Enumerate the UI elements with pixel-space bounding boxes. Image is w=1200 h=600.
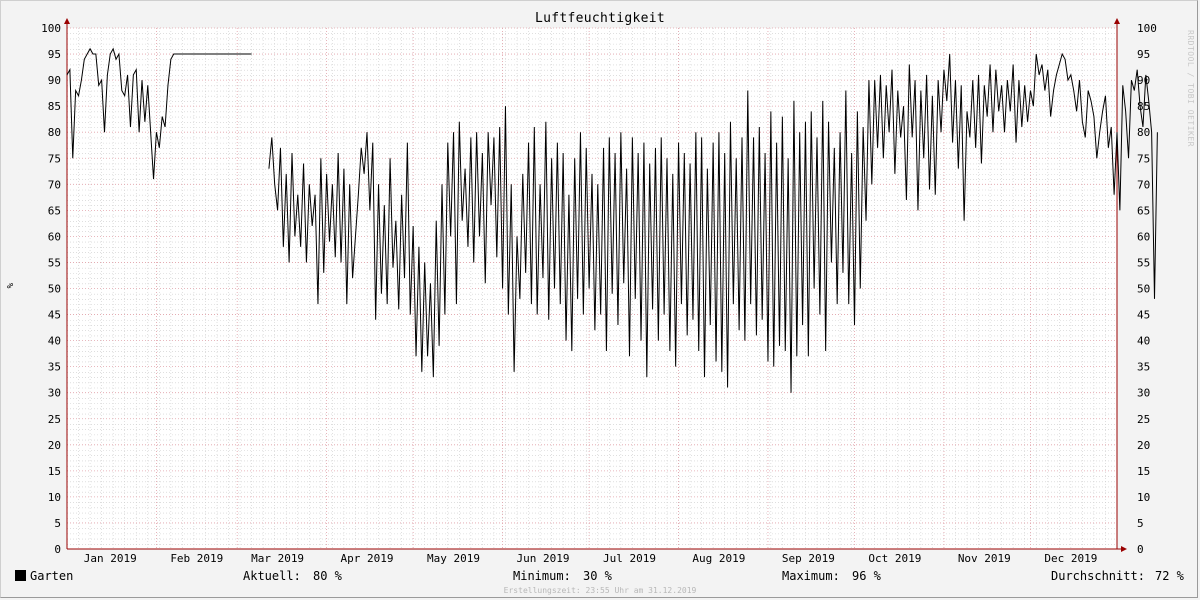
y-tick-label-right: 100 — [1137, 22, 1157, 35]
x-tick-label: Jun 2019 — [516, 552, 569, 565]
y-tick-label-right: 20 — [1137, 439, 1150, 452]
y-tick-label-left: 100 — [41, 22, 61, 35]
y-tick-label-right: 10 — [1137, 491, 1150, 504]
y-tick-label-left: 55 — [48, 256, 61, 269]
legend-series-name: Garten — [30, 569, 74, 583]
y-tick-label-left: 20 — [48, 439, 61, 452]
legend-max-label: Maximum: — [782, 569, 840, 583]
x-tick-label: Apr 2019 — [341, 552, 394, 565]
y-tick-label-right: 70 — [1137, 178, 1150, 191]
x-tick-label: Aug 2019 — [692, 552, 745, 565]
y-tick-label-right: 80 — [1137, 126, 1150, 139]
y-tick-label-left: 70 — [48, 178, 61, 191]
y-tick-label-right: 40 — [1137, 335, 1150, 348]
y-tick-label-right: 30 — [1137, 387, 1150, 400]
x-tick-label: Nov 2019 — [958, 552, 1011, 565]
y-tick-label-left: 45 — [48, 309, 61, 322]
y-tick-label-right: 55 — [1137, 256, 1150, 269]
y-tick-label-left: 25 — [48, 413, 61, 426]
legend-avg-value: 72 % — [1155, 569, 1184, 583]
y-tick-label-left: 95 — [48, 48, 61, 61]
x-tick-label: Mar 2019 — [251, 552, 304, 565]
y-tick-label-right: 35 — [1137, 361, 1150, 374]
x-tick-label: Jan 2019 — [84, 552, 137, 565]
y-tick-label-left: 75 — [48, 152, 61, 165]
y-tick-label-left: 85 — [48, 100, 61, 113]
y-tick-label-right: 15 — [1137, 465, 1150, 478]
x-tick-label: Sep 2019 — [782, 552, 835, 565]
legend-avg-label: Durchschnitt: — [1051, 569, 1145, 583]
legend-current-label: Aktuell: — [243, 569, 301, 583]
y-tick-label-left: 30 — [48, 387, 61, 400]
y-tick-label-left: 40 — [48, 335, 61, 348]
x-axis-arrow — [1121, 546, 1127, 552]
creation-time-footer: Erstellungszeit: 23:55 Uhr am 31.12.2019 — [503, 586, 697, 595]
chart-area: 0 05 510 1015 1520 2025 2530 3035 3540 4045 4550 50… — [41, 18, 1158, 565]
y-axis-arrow-left — [64, 18, 70, 24]
y-axis-arrow-right — [1114, 18, 1120, 24]
y-tick-label-left: 15 — [48, 465, 61, 478]
x-tick-label: Dec 2019 — [1044, 552, 1097, 565]
y-tick-label-right: 75 — [1137, 152, 1150, 165]
y-tick-label-left: 5 — [54, 517, 61, 530]
x-tick-label: Feb 2019 — [170, 552, 223, 565]
y-tick-label-left: 0 — [54, 543, 61, 556]
y-tick-label-right: 60 — [1137, 230, 1150, 243]
legend-min-value: 30 % — [583, 569, 612, 583]
x-tick-label: Oct 2019 — [868, 552, 921, 565]
y-tick-label-left: 10 — [48, 491, 61, 504]
x-tick-label: Jul 2019 — [603, 552, 656, 565]
legend-max-value: 96 % — [852, 569, 881, 583]
y-tick-label-right: 0 — [1137, 543, 1144, 556]
y-tick-label-left: 50 — [48, 283, 61, 296]
y-tick-label-right: 65 — [1137, 204, 1150, 217]
y-tick-label-left: 65 — [48, 204, 61, 217]
y-tick-label-right: 25 — [1137, 413, 1150, 426]
y-tick-label-right: 90 — [1137, 74, 1150, 87]
y-tick-label-left: 60 — [48, 230, 61, 243]
y-tick-label-right: 5 — [1137, 517, 1144, 530]
x-tick-label: May 2019 — [427, 552, 480, 565]
legend-current-value: 80 % — [313, 569, 342, 583]
legend-swatch-garten — [15, 570, 26, 581]
y-tick-label-left: 35 — [48, 361, 61, 374]
y-tick-label-right: 45 — [1137, 309, 1150, 322]
y-tick-label-right: 95 — [1137, 48, 1150, 61]
y-tick-label-left: 80 — [48, 126, 61, 139]
y-tick-label-right: 50 — [1137, 283, 1150, 296]
legend-min-label: Minimum: — [513, 569, 571, 583]
y-tick-label-left: 90 — [48, 74, 61, 87]
